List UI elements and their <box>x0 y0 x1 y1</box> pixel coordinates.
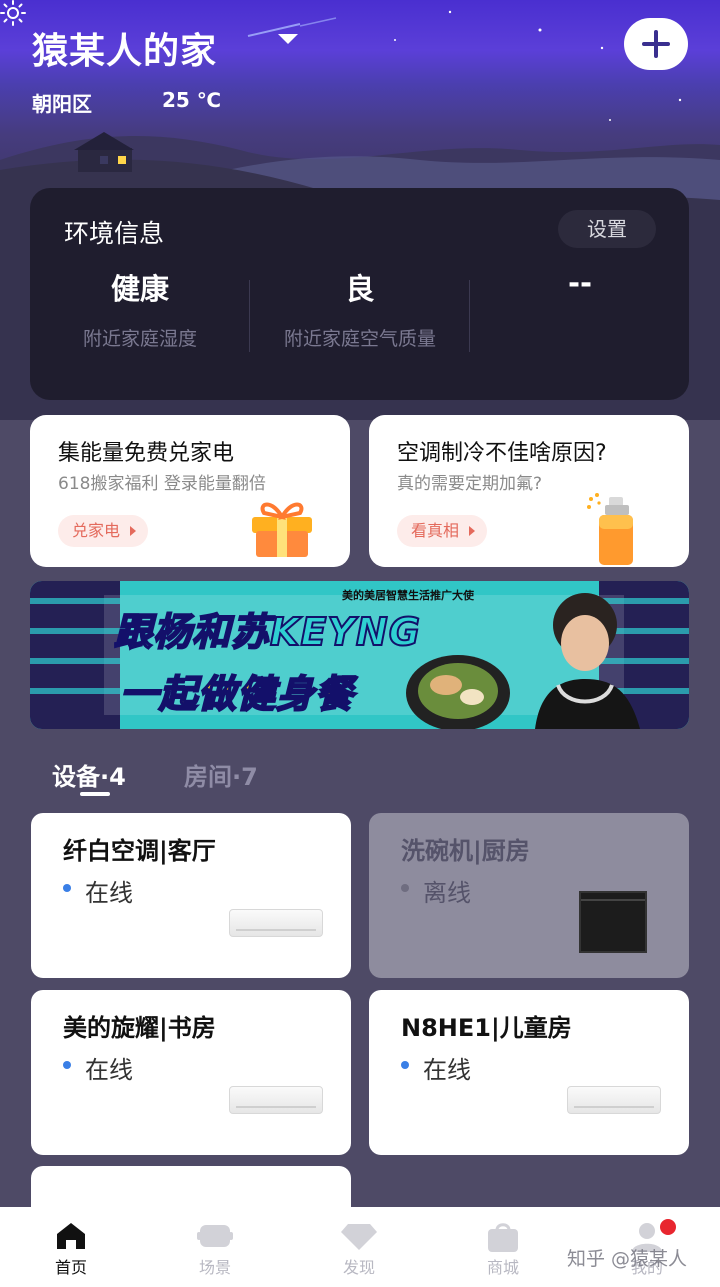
promo-title: 空调制冷不佳啥原因? <box>397 441 607 466</box>
device-card[interactable]: 洗碗机|厨房 离线 <box>369 813 689 978</box>
dishwasher-image <box>579 891 647 953</box>
device-card[interactable]: 纤白空调|客厅 在线 <box>31 813 351 978</box>
humidity-value: 健康 <box>110 272 169 306</box>
shop-bag-icon <box>488 1223 518 1252</box>
device-name: 洗碗机|厨房 <box>401 837 530 865</box>
environment-card[interactable]: 环境信息 设置 健康 附近家庭湿度 良 附近家庭空气质量 -- <box>30 188 689 400</box>
device-name: 纤白空调|客厅 <box>63 837 216 865</box>
watermark: 知乎 @猿某人 <box>567 1248 688 1270</box>
promo-card-energy[interactable]: 集能量免费兑家电 618搬家福利 登录能量翻倍 兑家电 <box>30 415 350 567</box>
nav-label: 首页 <box>54 1258 87 1277</box>
discover-icon <box>341 1224 377 1250</box>
device-status: 在线 <box>85 879 133 907</box>
nav-label: 商城 <box>486 1258 519 1277</box>
nav-label: 发现 <box>342 1258 375 1277</box>
nav-discover[interactable]: 发现 <box>309 1207 409 1287</box>
tab-devices[interactable]: 设备·4 <box>52 757 126 792</box>
nav-label: 场景 <box>198 1258 231 1277</box>
tab-rooms[interactable]: 房间·7 <box>184 757 258 792</box>
device-card[interactable]: N8HE1|儿童房 在线 <box>369 990 689 1155</box>
banner-headline: 跟杨和苏KEYNG <box>113 609 421 655</box>
humidity-label: 附近家庭湿度 <box>82 328 197 350</box>
home-title[interactable]: 猿某人的家 <box>32 22 217 74</box>
air-conditioner-image <box>229 909 323 937</box>
device-name: N8HE1|儿童房 <box>401 1014 572 1042</box>
environment-settings-button[interactable]: 设置 <box>558 210 656 248</box>
nav-scene[interactable]: 场景 <box>165 1207 265 1287</box>
device-card[interactable]: 美的旋耀|书房 在线 <box>31 990 351 1155</box>
device-status: 离线 <box>423 879 471 907</box>
location-label: 朝阳区 <box>32 92 92 116</box>
offline-status-dot <box>401 884 409 892</box>
nav-shop[interactable]: 商城 <box>453 1207 553 1287</box>
third-metric-value: -- <box>567 266 593 300</box>
temperature-label: 25 ℃ <box>162 88 222 112</box>
air-conditioner-image <box>567 1086 661 1114</box>
air-quality-metric: 良 附近家庭空气质量 <box>250 266 470 351</box>
third-metric: -- <box>470 266 690 316</box>
see-truth-button[interactable]: 看真相 <box>397 515 488 547</box>
nav-home[interactable]: 首页 <box>21 1207 121 1287</box>
add-device-button[interactable] <box>624 18 688 70</box>
notification-badge <box>660 1219 676 1235</box>
chevron-down-icon[interactable] <box>278 34 298 44</box>
redeem-appliance-button[interactable]: 兑家电 <box>58 515 149 547</box>
online-status-dot <box>401 1061 409 1069</box>
online-status-dot <box>63 884 71 892</box>
promo-card-ac-tips[interactable]: 空调制冷不佳啥原因? 真的需要定期加氟? 看真相 <box>369 415 689 567</box>
spray-can-icon <box>587 493 633 565</box>
environment-title: 环境信息 <box>64 219 165 248</box>
online-status-dot <box>63 1061 71 1069</box>
air-quality-value: 良 <box>345 272 375 306</box>
device-status: 在线 <box>423 1056 471 1084</box>
scene-icon <box>197 1225 233 1247</box>
gift-icon <box>252 502 312 557</box>
active-tab-indicator <box>80 792 110 796</box>
promo-subtitle: 真的需要定期加氟? <box>397 474 543 494</box>
home-icon <box>57 1223 85 1249</box>
air-quality-label: 附近家庭空气质量 <box>283 328 436 350</box>
promo-banner[interactable]: 美的美居智慧生活推广大使 跟杨和苏KEYNG 一起做健身餐 <box>30 581 689 729</box>
air-conditioner-image <box>229 1086 323 1114</box>
sun-icon <box>0 0 26 26</box>
humidity-metric: 健康 附近家庭湿度 <box>30 266 250 351</box>
banner-subheadline: 一起做健身餐 <box>119 671 355 717</box>
promo-subtitle: 618搬家福利 登录能量翻倍 <box>58 474 266 494</box>
device-name: 美的旋耀|书房 <box>63 1014 216 1042</box>
promo-title: 集能量免费兑家电 <box>58 441 235 466</box>
device-status: 在线 <box>85 1056 133 1084</box>
